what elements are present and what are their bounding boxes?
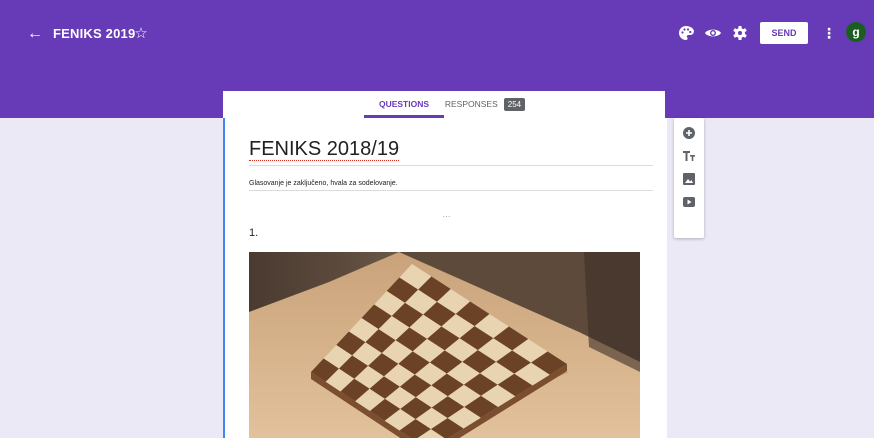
form-title-field[interactable]: FENIKS 2018/19 [249, 138, 400, 161]
add-video-icon[interactable] [681, 194, 697, 210]
form-card: FENIKS 2018/19 Glasovanje je zaključeno,… [223, 118, 667, 438]
gear-icon[interactable] [729, 22, 751, 44]
avatar[interactable]: g [846, 22, 866, 42]
responses-count-badge: 254 [503, 98, 526, 112]
tab-questions-label: QUESTIONS [378, 99, 430, 109]
form-title: FENIKS 2018/19 [249, 138, 400, 161]
side-toolbar [674, 118, 704, 238]
palette-icon[interactable] [675, 22, 697, 44]
question-number[interactable]: 1. [249, 227, 258, 239]
tab-questions[interactable]: QUESTIONS [364, 91, 444, 118]
title-underline [249, 165, 653, 166]
question-image[interactable] [249, 252, 640, 438]
more-vert-icon[interactable]: ⋮ [822, 22, 836, 44]
drag-handle-icon[interactable]: ⋯ [441, 213, 453, 221]
form-description[interactable]: Glasovanje je zaključeno, hvala za sodel… [249, 180, 398, 187]
tab-responses[interactable]: RESPONSES 254 [435, 91, 535, 118]
chessboard-photo [249, 252, 640, 438]
description-underline [249, 190, 653, 191]
tab-bar: QUESTIONS RESPONSES 254 [223, 91, 665, 118]
title-text-icon[interactable] [681, 148, 697, 164]
star-icon[interactable]: ☆ [131, 24, 151, 44]
send-button[interactable]: SEND [760, 22, 808, 44]
add-question-icon[interactable] [681, 125, 697, 141]
back-arrow-icon[interactable]: ← [25, 24, 45, 44]
tab-responses-label: RESPONSES [444, 99, 498, 109]
form-name[interactable]: FENIKS 2019 [53, 24, 135, 44]
add-image-icon[interactable] [681, 171, 697, 187]
eye-icon[interactable] [702, 22, 724, 44]
